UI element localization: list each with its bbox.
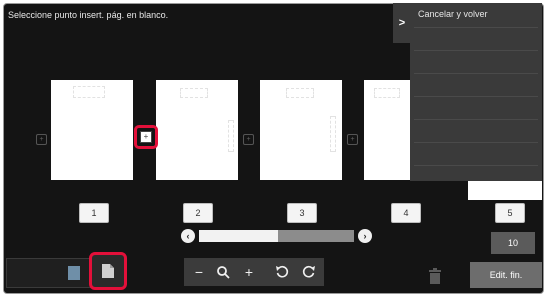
panel-divider <box>414 50 538 51</box>
page-thumbnail-icon[interactable] <box>68 266 80 280</box>
panel-divider <box>414 96 538 97</box>
panel-divider <box>414 142 538 143</box>
insert-point[interactable]: + <box>243 134 254 145</box>
page-content-mark <box>286 88 314 98</box>
page-content-mark <box>330 116 336 152</box>
finish-edit-button[interactable]: Edit. fin. <box>470 262 542 288</box>
trash-icon <box>429 268 441 284</box>
total-pages-badge: 10 <box>491 232 535 254</box>
page-number-1: 1 <box>79 203 109 223</box>
page-preview-1[interactable] <box>51 80 133 180</box>
page-number-3: 3 <box>287 203 317 223</box>
magnifier-icon <box>217 266 230 279</box>
page-content-mark <box>180 88 208 98</box>
insert-point[interactable]: + <box>36 134 47 145</box>
page-content-mark <box>374 88 400 98</box>
page-number-5: 5 <box>495 203 525 223</box>
page-scrollbar[interactable] <box>199 230 354 242</box>
page-preview-2[interactable] <box>156 80 238 180</box>
insert-point-selected[interactable]: + <box>134 125 158 149</box>
page-number-4: 4 <box>391 203 421 223</box>
scrollbar-thumb[interactable] <box>199 230 278 242</box>
delete-button[interactable] <box>428 267 442 285</box>
panel-divider <box>414 119 538 120</box>
plus-icon: + <box>140 131 152 143</box>
zoom-in-button[interactable]: + <box>239 262 259 282</box>
blank-page-icon <box>102 264 114 278</box>
scroll-left-button[interactable]: ‹ <box>181 229 195 243</box>
rotate-left-button[interactable] <box>272 262 292 282</box>
chevron-right-icon: > <box>398 17 406 29</box>
panel-divider <box>414 165 538 166</box>
page-preview-5[interactable] <box>468 180 542 200</box>
blank-page-button[interactable] <box>89 252 127 290</box>
insert-point[interactable]: + <box>347 134 358 145</box>
page-content-mark <box>228 120 234 152</box>
instruction-text: Seleccione punto insert. pág. en blanco. <box>8 10 169 20</box>
side-panel <box>410 3 542 181</box>
rotate-right-icon <box>302 265 315 278</box>
cancel-and-return-item[interactable]: Cancelar y volver <box>418 9 488 19</box>
scroll-right-button[interactable]: › <box>358 229 372 243</box>
rotate-left-icon <box>276 265 289 278</box>
page-number-2: 2 <box>183 203 213 223</box>
zoom-button[interactable] <box>213 262 233 282</box>
panel-divider <box>414 73 538 74</box>
page-preview-4[interactable] <box>364 80 410 180</box>
zoom-out-button[interactable]: − <box>189 262 209 282</box>
page-preview-3[interactable] <box>260 80 342 180</box>
rotate-right-button[interactable] <box>299 262 319 282</box>
panel-toggle-button[interactable]: > <box>393 3 411 43</box>
page-content-mark <box>73 86 105 98</box>
panel-divider <box>414 27 538 28</box>
